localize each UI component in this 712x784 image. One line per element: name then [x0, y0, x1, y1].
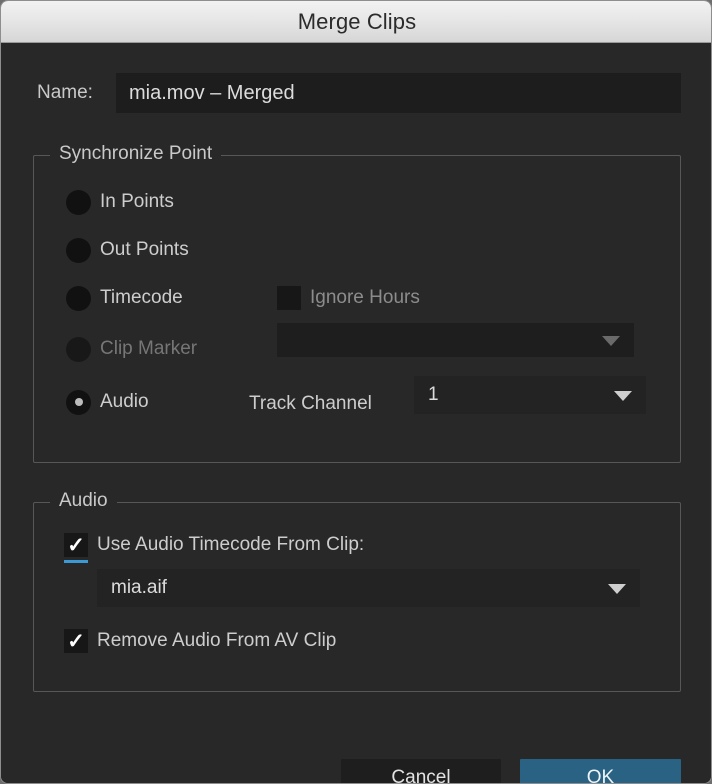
radio-row-clip-marker: Clip Marker [66, 334, 197, 364]
radio-audio-selected-dot [74, 398, 83, 406]
audio-clip-dropdown-value: mia.aif [111, 577, 167, 598]
checkbox-row-use-audio-timecode[interactable]: ✓ Use Audio Timecode From Clip: [64, 530, 365, 563]
radio-audio-icon[interactable] [66, 389, 91, 415]
ok-button[interactable]: OK [520, 759, 681, 783]
track-channel-dropdown[interactable]: 1 [414, 376, 646, 414]
ignore-hours-checkbox-icon[interactable] [277, 286, 301, 310]
checkbox-row-ignore-hours[interactable]: Ignore Hours [277, 283, 420, 313]
radio-timecode-icon[interactable] [66, 285, 91, 311]
chevron-down-icon [602, 336, 620, 346]
checkmark-icon: ✓ [67, 533, 85, 557]
dialog-title: Merge Clips [297, 8, 417, 34]
track-channel-dropdown-value: 1 [428, 384, 439, 405]
radio-clip-marker-label: Clip Marker [100, 338, 198, 359]
cancel-button[interactable]: Cancel [341, 759, 501, 783]
radio-timecode-label: Timecode [100, 287, 183, 308]
dialog-titlebar[interactable]: Merge Clips [1, 1, 711, 43]
radio-row-out-points[interactable]: Out Points [66, 235, 189, 265]
radio-row-in-points[interactable]: In Points [66, 187, 174, 217]
use-audio-timecode-label: Use Audio Timecode From Clip: [97, 534, 365, 555]
audio-group: Audio ✓ Use Audio Timecode From Clip: mi… [33, 490, 681, 692]
chevron-down-icon [608, 584, 626, 594]
track-channel-label: Track Channel [249, 393, 372, 414]
radio-in-points-icon[interactable] [66, 189, 91, 215]
use-audio-timecode-checkbox-icon[interactable]: ✓ [64, 533, 88, 563]
merge-clips-dialog: Merge Clips Name: mia.mov – Merged Synch… [0, 0, 712, 784]
radio-out-points-label: Out Points [100, 239, 189, 260]
name-input-value: mia.mov – Merged [129, 81, 295, 104]
synchronize-point-group: Synchronize Point In Points Out Points T… [33, 143, 681, 463]
radio-clip-marker-icon [66, 336, 91, 362]
dialog-body: Name: mia.mov – Merged Synchronize Point… [1, 44, 711, 783]
radio-in-points-label: In Points [100, 191, 174, 212]
ignore-hours-label: Ignore Hours [310, 287, 420, 308]
name-row: Name: mia.mov – Merged [1, 73, 711, 113]
audio-clip-dropdown[interactable]: mia.aif [97, 569, 640, 607]
name-input[interactable]: mia.mov – Merged [116, 73, 681, 113]
radio-row-timecode[interactable]: Timecode [66, 283, 183, 313]
radio-audio-label: Audio [100, 391, 149, 412]
remove-audio-checkbox-icon[interactable]: ✓ [64, 629, 88, 653]
audio-group-legend: Audio [50, 490, 117, 512]
checkmark-icon: ✓ [67, 629, 85, 653]
name-label: Name: [37, 82, 93, 103]
radio-row-audio[interactable]: Audio [66, 387, 149, 417]
checkbox-row-remove-audio[interactable]: ✓ Remove Audio From AV Clip [64, 626, 336, 656]
synchronize-point-legend: Synchronize Point [50, 143, 222, 165]
chevron-down-icon [614, 391, 632, 401]
remove-audio-label: Remove Audio From AV Clip [97, 630, 337, 651]
clip-marker-dropdown [277, 323, 634, 357]
radio-out-points-icon[interactable] [66, 237, 91, 263]
